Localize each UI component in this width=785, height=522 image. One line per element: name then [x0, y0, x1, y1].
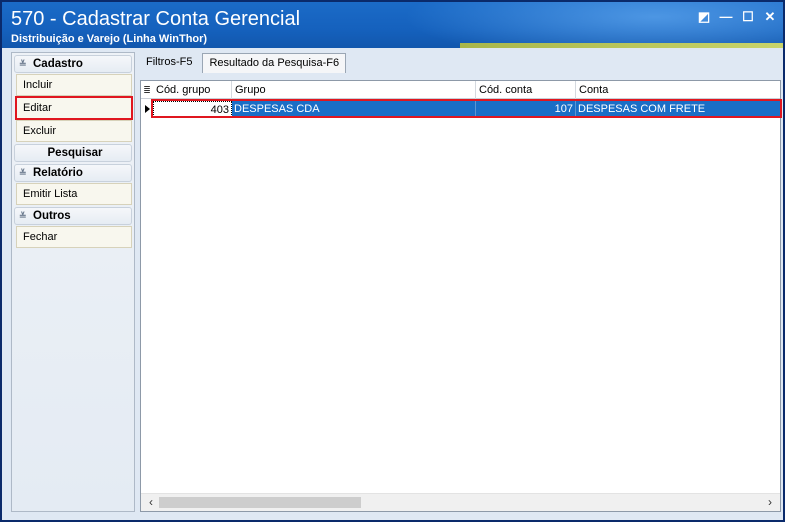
grid-header: ≣ Cód. grupo Grupo Cód. conta Conta [141, 81, 780, 99]
editar-button[interactable]: Editar [15, 96, 133, 120]
restore-icon[interactable]: ◩ [697, 10, 711, 24]
group-relatorio[interactable]: ≚ Relatório [14, 164, 132, 182]
scroll-right-icon[interactable]: › [762, 494, 778, 511]
column-grupo[interactable]: Grupo [232, 81, 476, 99]
group-outros-label: Outros [33, 210, 71, 222]
fechar-button[interactable]: Fechar [16, 226, 132, 248]
collapse-icon[interactable]: ≚ [19, 56, 29, 72]
collapse-icon[interactable]: ≚ [19, 208, 29, 224]
emitir-lista-button[interactable]: Emitir Lista [16, 183, 132, 205]
group-cadastro[interactable]: ≚ Cadastro [14, 55, 132, 73]
tab-resultado[interactable]: Resultado da Pesquisa-F6 [202, 53, 347, 73]
tab-bar: Filtros-F5 Resultado da Pesquisa-F6 [140, 53, 350, 75]
group-pesquisar[interactable]: Pesquisar [14, 144, 132, 162]
window-subtitle: Distribuição e Varejo (Linha WinThor) [11, 33, 208, 45]
group-cadastro-label: Cadastro [33, 58, 83, 70]
cell-cod-conta[interactable]: 107 [476, 101, 576, 117]
cell-cod-grupo[interactable]: 403 [153, 101, 232, 117]
group-outros[interactable]: ≚ Outros [14, 207, 132, 225]
app-window: 570 - Cadastrar Conta Gerencial Distribu… [0, 0, 785, 522]
close-icon[interactable]: ✕ [763, 10, 777, 24]
window-title: 570 - Cadastrar Conta Gerencial [11, 8, 301, 30]
group-relatorio-label: Relatório [33, 167, 83, 179]
main-content: ≚ Cadastro Incluir Editar Excluir Pesqui… [2, 48, 783, 520]
row-indicator [141, 101, 153, 117]
current-row-icon [145, 105, 150, 113]
table-row[interactable]: 403 DESPESAS CDA 107 DESPESAS COM FRETE [141, 101, 780, 117]
tab-filtros[interactable]: Filtros-F5 [140, 53, 198, 73]
column-chooser-icon[interactable]: ≣ [141, 81, 153, 98]
cell-conta[interactable]: DESPESAS COM FRETE [576, 101, 780, 117]
incluir-button[interactable]: Incluir [16, 74, 132, 96]
maximize-icon[interactable]: ☐ [741, 10, 755, 24]
sidebar: ≚ Cadastro Incluir Editar Excluir Pesqui… [11, 52, 135, 512]
title-bar: 570 - Cadastrar Conta Gerencial Distribu… [2, 2, 783, 48]
excluir-button[interactable]: Excluir [16, 120, 132, 142]
horizontal-scrollbar[interactable]: ‹ › [141, 493, 780, 511]
results-grid: ≣ Cód. grupo Grupo Cód. conta Conta 403 … [140, 80, 782, 512]
collapse-icon[interactable]: ≚ [19, 165, 29, 181]
column-conta[interactable]: Conta [576, 81, 779, 99]
scroll-left-icon[interactable]: ‹ [143, 494, 159, 511]
cell-grupo[interactable]: DESPESAS CDA [232, 101, 476, 117]
scrollbar-thumb[interactable] [159, 497, 361, 508]
minimize-icon[interactable]: — [719, 10, 733, 24]
window-controls: ◩ — ☐ ✕ [697, 10, 777, 24]
group-pesquisar-label: Pesquisar [47, 147, 103, 159]
column-cod-grupo[interactable]: Cód. grupo [153, 81, 232, 99]
column-cod-conta[interactable]: Cód. conta [476, 81, 576, 99]
